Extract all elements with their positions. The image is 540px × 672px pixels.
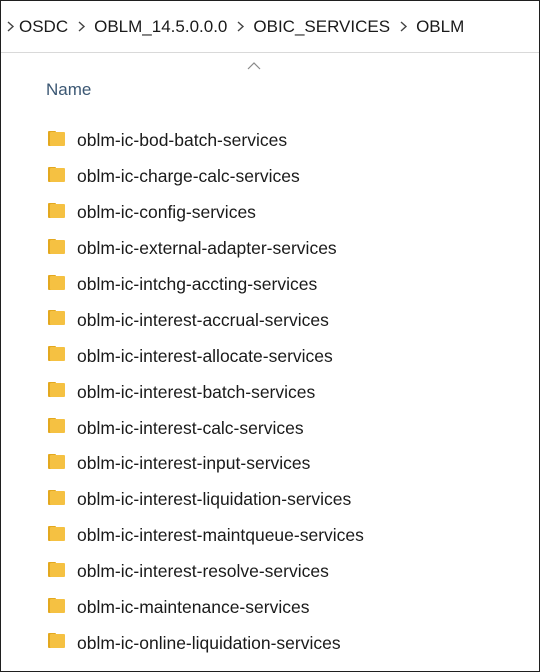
folder-icon — [47, 524, 77, 548]
file-name: oblm-ic-online-liquidation-services — [77, 632, 341, 653]
list-item[interactable]: oblm-ic-interest-batch-services — [1, 374, 539, 410]
file-name: oblm-ic-maintenance-services — [77, 597, 310, 618]
list-item[interactable]: oblm-ic-interest-calc-services — [1, 410, 539, 446]
list-item[interactable]: oblm-ic-interest-input-services — [1, 446, 539, 482]
file-name: oblm-ic-interest-calc-services — [77, 417, 304, 438]
file-list: oblm-ic-bod-batch-services oblm-ic-charge… — [1, 123, 539, 661]
breadcrumb: OSDC OBLM_14.5.0.0.0 OBIC_SERVICES OBLM — [1, 1, 539, 53]
sort-ascending-icon — [247, 62, 261, 70]
folder-icon — [47, 631, 77, 655]
folder-icon — [47, 452, 77, 476]
breadcrumb-item-obic-services[interactable]: OBIC_SERVICES — [251, 17, 392, 37]
chevron-right-icon[interactable] — [392, 17, 414, 37]
folder-icon — [47, 129, 77, 153]
list-item[interactable]: oblm-ic-config-services — [1, 195, 539, 231]
list-item[interactable]: oblm-ic-maintenance-services — [1, 590, 539, 626]
file-name: oblm-ic-config-services — [77, 202, 256, 223]
file-name: oblm-ic-interest-maintqueue-services — [77, 525, 364, 546]
chevron-right-icon[interactable] — [3, 17, 17, 37]
list-item[interactable]: oblm-ic-bod-batch-services — [1, 123, 539, 159]
chevron-right-icon[interactable] — [229, 17, 251, 37]
folder-icon — [47, 488, 77, 512]
breadcrumb-item-osdc[interactable]: OSDC — [17, 17, 70, 37]
breadcrumb-item-oblm[interactable]: OBLM — [414, 17, 466, 37]
list-item[interactable]: oblm-ic-interest-resolve-services — [1, 554, 539, 590]
list-item[interactable]: oblm-ic-online-liquidation-services — [1, 625, 539, 661]
file-name: oblm-ic-interest-input-services — [77, 453, 311, 474]
list-item[interactable]: oblm-ic-interest-liquidation-services — [1, 482, 539, 518]
file-name: oblm-ic-intchg-accting-services — [77, 274, 318, 294]
folder-icon — [47, 165, 77, 189]
folder-icon — [47, 344, 77, 368]
list-item[interactable]: oblm-ic-interest-maintqueue-services — [1, 518, 539, 554]
chevron-right-icon[interactable] — [70, 17, 92, 37]
file-name: oblm-ic-interest-liquidation-services — [77, 489, 352, 510]
file-name: oblm-ic-external-adapter-services — [77, 238, 337, 259]
column-header-row: Name — [1, 53, 539, 111]
folder-icon — [47, 308, 77, 332]
file-name: oblm-ic-interest-resolve-services — [77, 561, 329, 582]
folder-icon — [47, 201, 77, 225]
file-name: oblm-ic-interest-allocate-services — [77, 345, 333, 366]
list-item[interactable]: oblm-ic-interest-accrual-services — [1, 302, 539, 338]
list-item[interactable]: oblm-ic-external-adapter-services — [1, 231, 539, 267]
list-item[interactable]: oblm-ic-intchg-accting-services — [1, 267, 539, 303]
file-name: oblm-ic-interest-accrual-services — [77, 309, 329, 330]
list-item[interactable]: oblm-ic-interest-allocate-services — [1, 338, 539, 374]
folder-icon — [47, 416, 77, 440]
breadcrumb-item-oblm-version[interactable]: OBLM_14.5.0.0.0 — [92, 17, 229, 37]
folder-icon — [47, 596, 77, 620]
folder-icon — [47, 237, 77, 261]
file-name: oblm-ic-interest-batch-services — [77, 381, 316, 402]
file-name: oblm-ic-bod-batch-services — [77, 130, 288, 151]
folder-icon — [47, 380, 77, 404]
file-name: oblm-ic-charge-calc-services — [77, 166, 300, 187]
list-item[interactable]: oblm-ic-charge-calc-services — [1, 159, 539, 195]
file-explorer-window: OSDC OBLM_14.5.0.0.0 OBIC_SERVICES OBLM … — [0, 0, 540, 672]
folder-icon — [47, 273, 77, 297]
column-header-name[interactable]: Name — [46, 80, 91, 100]
folder-icon — [47, 560, 77, 584]
